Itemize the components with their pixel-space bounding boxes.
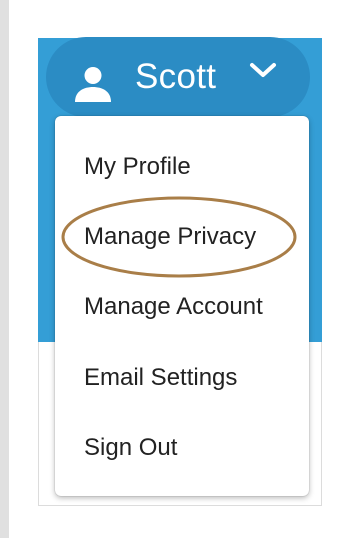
menu-item-email-settings[interactable]: Email Settings — [55, 353, 309, 403]
menu-item-manage-privacy[interactable]: Manage Privacy — [55, 212, 309, 262]
menu-item-sign-out[interactable]: Sign Out — [55, 423, 309, 473]
person-icon — [75, 67, 111, 102]
menu-item-my-profile[interactable]: My Profile — [55, 142, 309, 192]
menu-item-manage-account[interactable]: Manage Account — [55, 282, 309, 332]
left-edge-bar — [0, 0, 9, 538]
user-dropdown-menu: My Profile Manage Privacy Manage Account… — [55, 116, 309, 496]
user-name[interactable]: Scott — [135, 56, 216, 98]
chevron-down-icon[interactable] — [248, 60, 278, 80]
